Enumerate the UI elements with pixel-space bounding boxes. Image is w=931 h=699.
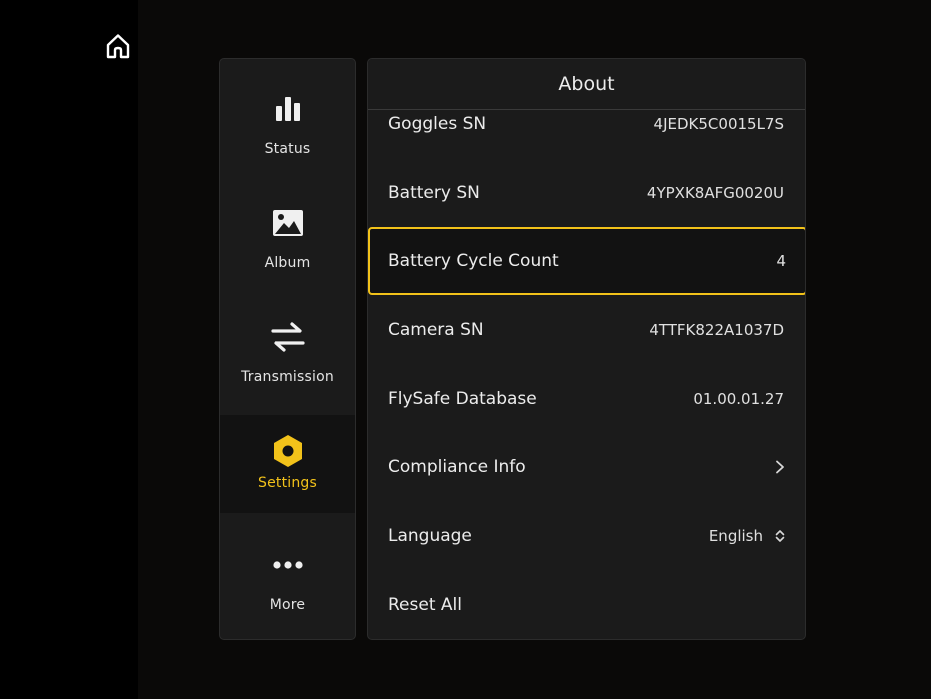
row-reset-all[interactable]: Reset All (368, 571, 805, 639)
bar-chart-icon (270, 91, 306, 127)
row-label: Reset All (388, 595, 462, 615)
page-title: About (558, 73, 615, 95)
panel-header: About (368, 59, 805, 110)
row-battery-cycle-count[interactable]: Battery Cycle Count 4 (368, 227, 805, 295)
sidebar-item-label: Album (264, 255, 311, 271)
row-label: Battery Cycle Count (388, 251, 559, 271)
about-panel: About Goggles SN 4JEDK5C0015L7S Battery … (367, 58, 806, 640)
row-label: Goggles SN (388, 114, 487, 134)
background-left (0, 0, 138, 699)
home-icon (106, 34, 130, 59)
row-value: 4YPXK8AFG0020U (646, 184, 784, 202)
sidebar-item-settings[interactable]: Settings (220, 415, 355, 513)
image-icon (270, 205, 306, 241)
row-value: 4JEDK5C0015L7S (653, 115, 784, 133)
sidebar-item-label: Transmission (241, 369, 334, 385)
row-compliance-info[interactable]: Compliance Info (368, 433, 805, 501)
more-dots-icon (270, 547, 306, 583)
row-label: FlySafe Database (388, 389, 537, 409)
transmission-arrows-icon (270, 319, 306, 355)
sidebar-item-label: Status (264, 141, 311, 157)
row-value: 4 (776, 252, 786, 270)
hex-nut-settings-icon (270, 433, 306, 469)
sidebar-item-album[interactable]: Album (220, 191, 355, 291)
up-down-chevron-icon (773, 529, 787, 543)
row-value: 4TTFK822A1037D (649, 321, 784, 339)
row-battery-sn[interactable]: Battery SN 4YPXK8AFG0020U (368, 159, 805, 227)
row-flysafe-database[interactable]: FlySafe Database 01.00.01.27 (368, 365, 805, 433)
sidebar-item-label: More (269, 597, 306, 613)
sidebar-item-transmission[interactable]: Transmission (220, 305, 355, 405)
language-select-value: English (708, 527, 763, 545)
row-label: Camera SN (388, 320, 484, 340)
sidebar-item-more[interactable]: More (220, 533, 355, 633)
row-camera-sn[interactable]: Camera SN 4TTFK822A1037D (368, 296, 805, 364)
sidebar-item-label: Settings (257, 475, 318, 491)
row-value: 01.00.01.27 (693, 390, 784, 408)
row-label: Compliance Info (388, 457, 526, 477)
row-label: Battery SN (388, 183, 480, 203)
sidebar-item-status[interactable]: Status (220, 77, 355, 177)
row-language[interactable]: Language English (368, 502, 805, 570)
row-label: Language (388, 526, 472, 546)
sidebar: Status Album Transmission Settings More (219, 58, 356, 640)
home-button[interactable] (102, 30, 134, 62)
chevron-right-icon (773, 460, 787, 474)
